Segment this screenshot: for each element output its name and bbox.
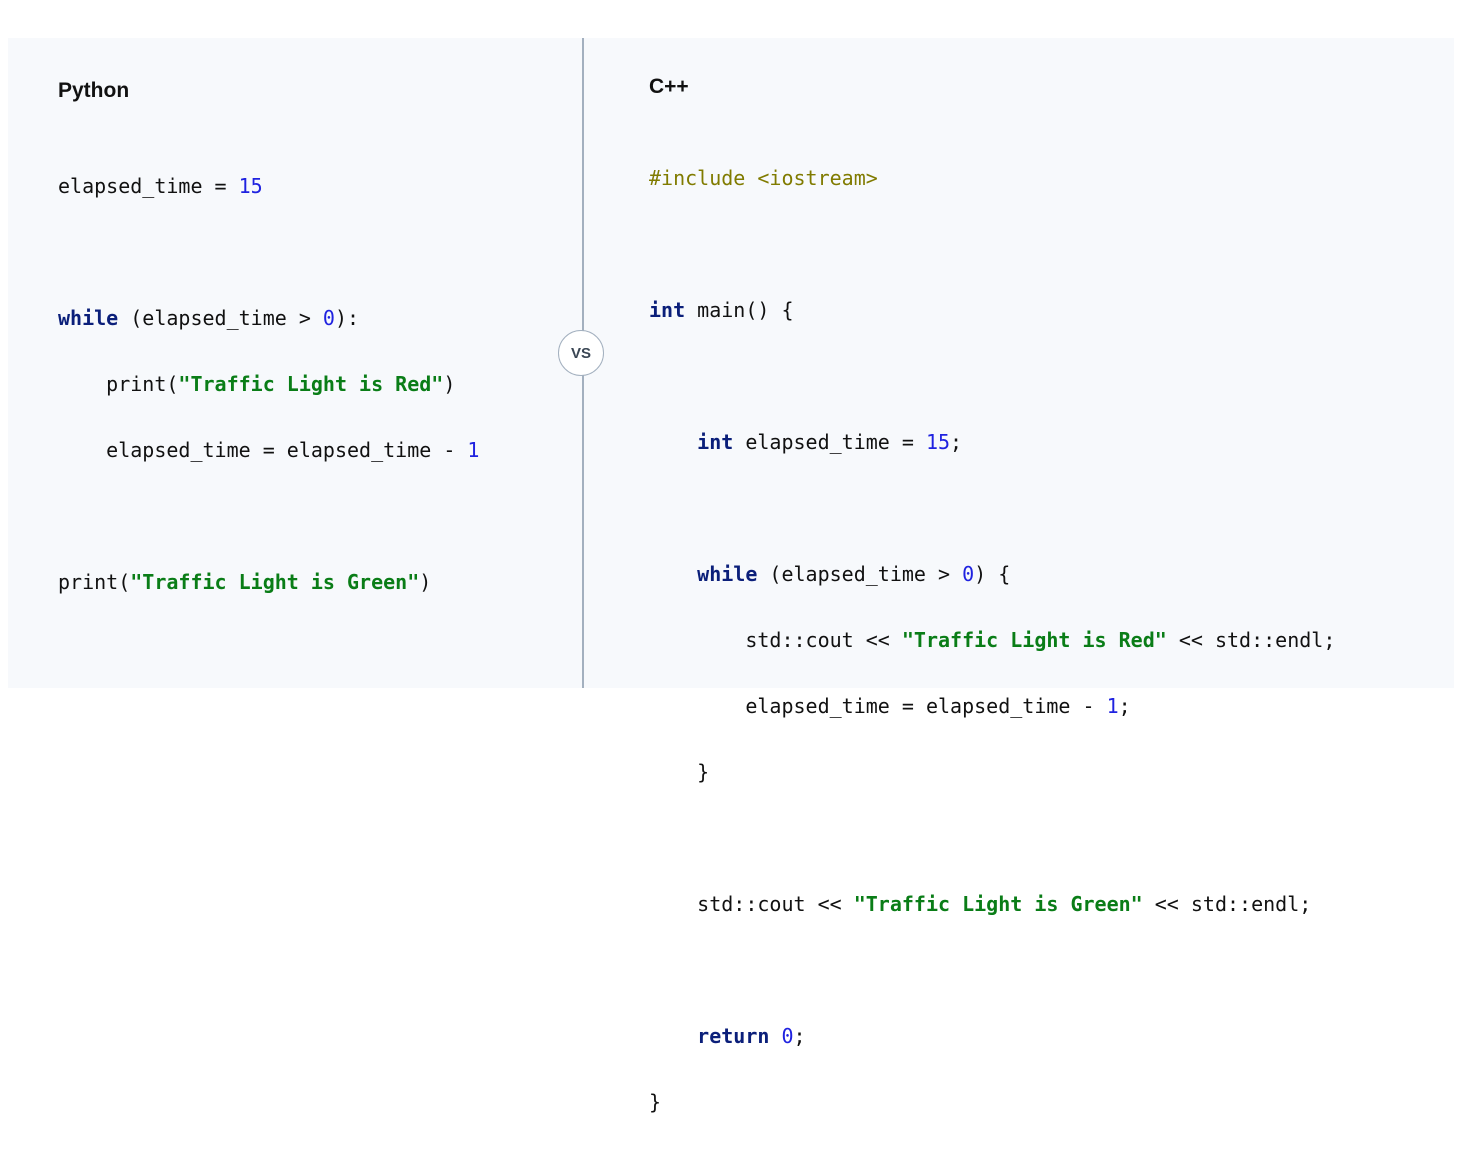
cpp-line-main: int main() { [649, 298, 794, 322]
cpp-line-cout-red: std::cout << "Traffic Light is Red" << s… [745, 628, 1336, 652]
cpp-blank-line [649, 954, 1335, 987]
cpp-line-decrement: elapsed_time = elapsed_time - 1; [745, 694, 1131, 718]
python-code-block: elapsed_time = 15 while (elapsed_time > … [58, 137, 479, 632]
python-line-print-red: print("Traffic Light is Red") [106, 372, 456, 396]
cpp-line-cout-green: std::cout << "Traffic Light is Green" <<… [697, 892, 1312, 916]
python-blank-line [58, 500, 479, 533]
cpp-line-close-while: } [697, 760, 710, 784]
python-blank-line [58, 236, 479, 269]
cpp-blank-line [649, 492, 1335, 525]
cpp-title: C++ [649, 75, 689, 98]
cpp-blank-line [649, 822, 1335, 855]
cpp-line-return: return 0; [697, 1024, 806, 1048]
python-line-print-green: print("Traffic Light is Green") [58, 570, 432, 594]
python-line-decrement: elapsed_time = elapsed_time - 1 [106, 438, 480, 462]
cpp-line-close-main: } [649, 1090, 662, 1114]
cpp-line-decl: int elapsed_time = 15; [697, 430, 963, 454]
cpp-blank-line [649, 228, 1335, 261]
python-line-while: while (elapsed_time > 0): [58, 306, 360, 330]
cpp-blank-line [649, 360, 1335, 393]
cpp-code-block: #include <iostream> int main() { int ela… [649, 129, 1335, 1152]
vs-badge: VS [558, 330, 604, 376]
cpp-line-while: while (elapsed_time > 0) { [697, 562, 1011, 586]
cpp-line-include: #include <iostream> [649, 166, 878, 190]
python-title: Python [58, 79, 130, 102]
python-line-1: elapsed_time = 15 [58, 174, 263, 198]
